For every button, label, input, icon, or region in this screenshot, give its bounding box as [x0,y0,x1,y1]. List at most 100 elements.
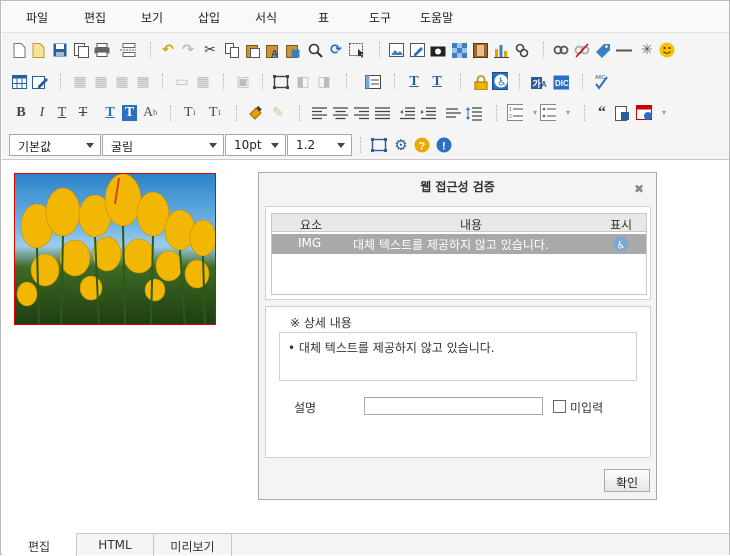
bullet-list-icon[interactable] [540,103,556,121]
emoticon-icon[interactable] [659,42,675,58]
open-document-icon[interactable] [31,42,47,58]
close-icon[interactable]: ✖ [634,182,644,196]
results-table: 요소 내용 표시 IMG 대체 텍스트를 제공하지 않고 있습니다. ♿ [271,213,647,295]
background-pattern-icon[interactable] [451,42,467,58]
fullscreen-icon[interactable] [371,137,387,153]
cut-icon[interactable]: ✂ [202,42,218,58]
image-icon[interactable] [388,42,404,58]
menu-insert[interactable]: 삽입 [198,9,220,26]
media-icon[interactable] [472,42,488,58]
bookmark-icon[interactable] [595,42,611,58]
subscript-icon[interactable]: T1 [182,105,198,121]
format-painter-icon[interactable] [248,105,264,121]
new-document-icon[interactable] [11,42,27,58]
tab-html[interactable]: HTML [77,534,154,556]
align-right-icon[interactable] [353,105,369,121]
bullet-list-dropdown-icon[interactable]: ▾ [560,105,576,121]
find-icon[interactable] [307,42,323,58]
align-left-icon[interactable] [311,105,327,121]
replace-icon[interactable]: ⟳ [328,42,344,58]
table-icon[interactable] [11,74,27,90]
calendar-dropdown-icon[interactable]: ▾ [656,105,672,121]
toolbar-separator [360,137,361,153]
font-color-icon[interactable]: T [102,105,118,121]
paragraph-spacing-icon[interactable] [445,105,461,121]
font-size-select[interactable]: 10pt [225,134,286,156]
menu-format[interactable]: 서식 [255,9,277,26]
strikethrough-icon[interactable]: T [75,105,91,121]
description-input[interactable] [364,397,543,415]
toolbar-row-3: B I T T T T Ab T1 T1 ✎ 12 ▾ ▾ “ ▾ [2,98,729,128]
menu-tools[interactable]: 도구 [369,9,391,26]
svg-text:!: ! [442,141,446,153]
line-height-select[interactable]: 1.2 [287,134,352,156]
copy-icon[interactable] [224,42,240,58]
superscript-icon[interactable]: T1 [207,105,223,121]
underline-icon[interactable]: T [54,105,70,121]
italic-icon[interactable]: I [34,105,50,121]
menu-file[interactable]: 파일 [26,9,48,26]
background-color-icon[interactable]: T [122,105,137,121]
print-icon[interactable] [94,42,110,58]
camera-icon[interactable] [430,42,446,58]
calendar-icon[interactable] [636,104,652,120]
accessibility-check-icon[interactable]: ♿ [492,72,508,90]
text-box-icon[interactable] [365,74,381,90]
undo-icon[interactable]: ↶ [160,42,176,58]
align-center-icon[interactable] [332,105,348,121]
no-input-checkbox[interactable] [553,400,566,413]
clear-formatting-icon[interactable]: ✎ [270,105,286,121]
tab-edit[interactable]: 편집 [2,533,77,556]
paste-text-icon[interactable]: A [265,42,281,58]
paragraph-style-select[interactable]: 기본값 [9,134,101,156]
svg-text:A: A [541,80,547,89]
link-chain-icon[interactable] [514,42,530,58]
redo-icon[interactable]: ↷ [180,42,196,58]
menu-help[interactable]: 도움말 [420,9,453,26]
tab-preview[interactable]: 미리보기 [154,534,232,556]
menu-edit[interactable]: 편집 [84,9,106,26]
select-all-icon[interactable] [349,42,365,58]
text-style-icon[interactable]: Ab [142,105,158,121]
page-break-icon[interactable] [120,42,136,58]
table-row[interactable]: IMG 대체 텍스트를 제공하지 않고 있습니다. ♿ [272,234,646,254]
bold-icon[interactable]: B [13,105,29,121]
dictionary-icon[interactable]: DIC [553,74,569,90]
paste-icon[interactable] [245,42,261,58]
lock-icon[interactable] [473,74,489,90]
insert-column-icon: ▦ [115,74,129,90]
menu-view[interactable]: 보기 [141,9,163,26]
help-icon[interactable]: ? [414,137,430,153]
accessibility-icon[interactable]: ♿ [613,236,629,255]
tulip-image[interactable] [14,173,216,325]
chart-icon[interactable] [493,42,509,58]
spellcheck-korean-icon[interactable]: 가A [531,74,547,90]
menu-table[interactable]: 표 [318,9,329,26]
about-icon[interactable]: ! [436,137,452,153]
toolbar-row-1: ↶ ↷ ✂ A ⟳ ✳ [2,35,729,65]
horizontal-rule-icon[interactable] [616,42,632,58]
font-family-select[interactable]: 굴림 [102,134,224,156]
toolbar-separator [60,74,61,90]
unlink-icon[interactable] [574,42,590,58]
blockquote-icon[interactable]: “ [594,105,610,121]
line-spacing-icon[interactable] [466,105,482,121]
hyperlink-icon[interactable] [553,42,569,58]
indent-icon[interactable] [420,105,436,121]
confirm-button[interactable]: 확인 [604,469,650,492]
edit-table-icon[interactable] [32,74,48,90]
document-info-icon[interactable] [614,105,630,121]
align-justify-icon[interactable] [374,105,390,121]
edit-image-icon[interactable] [409,42,425,58]
text-format-icon[interactable]: T [406,74,422,90]
save-as-icon[interactable] [73,42,89,58]
special-char-icon[interactable]: ✳ [639,42,655,58]
outdent-icon[interactable] [399,105,415,121]
spellcheck-icon[interactable]: ABC [593,74,609,90]
paste-word-icon[interactable] [285,42,301,58]
save-icon[interactable] [52,42,68,58]
numbered-list-icon[interactable]: 12 [507,103,523,121]
settings-gear-icon[interactable]: ⚙ [393,137,409,153]
clear-format-icon[interactable]: T [429,74,445,90]
layer-box-icon[interactable] [273,74,289,90]
